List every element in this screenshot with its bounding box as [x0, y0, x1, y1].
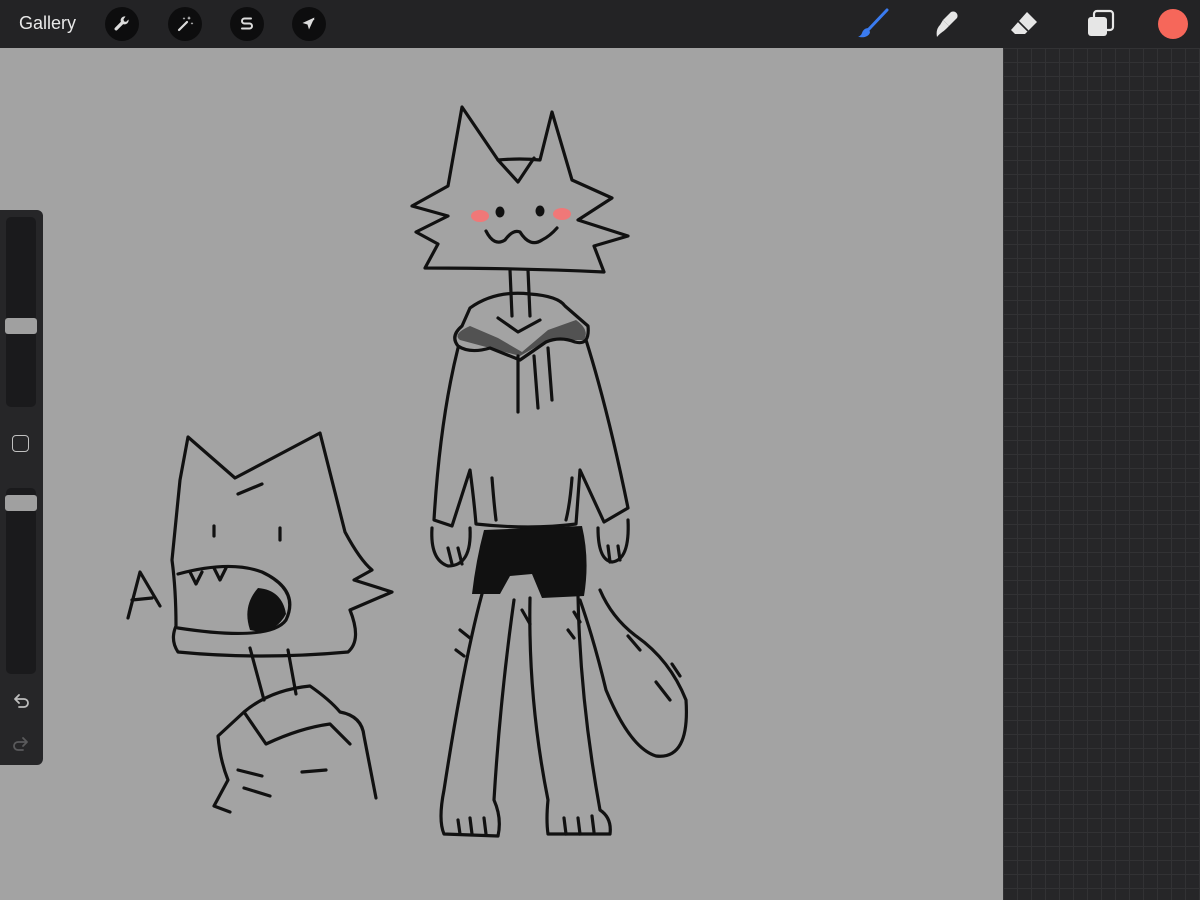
brush-size-slider-thumb[interactable] [5, 318, 37, 334]
hoodie-collar [496, 316, 542, 334]
adjustments-button[interactable] [168, 7, 202, 41]
left-foot-toes [456, 816, 488, 836]
smudge-tool-button[interactable] [929, 6, 965, 42]
tall-cat-left-eye [495, 206, 505, 218]
eraser-icon [1011, 12, 1037, 34]
tall-cat-eyes [495, 205, 545, 218]
layers-button[interactable] [1082, 6, 1118, 42]
brush-size-slider[interactable] [5, 217, 37, 407]
brush-icon [858, 8, 889, 38]
tail-stripes [626, 634, 682, 702]
sketch-letter-a [126, 570, 162, 620]
background-grid-area [1003, 48, 1200, 900]
hoodie-pocket [490, 476, 574, 522]
selection-button[interactable] [230, 7, 264, 41]
drawing-canvas[interactable] [0, 48, 1003, 900]
small-cat-forehead-mark [236, 482, 264, 496]
undo-button[interactable] [10, 690, 32, 712]
eraser-tool-button[interactable] [1006, 6, 1042, 42]
left-sidebar [0, 210, 43, 765]
opacity-slider-thumb[interactable] [5, 495, 37, 511]
smudge-icon [936, 11, 958, 37]
tall-cat-forehead-mark [496, 156, 536, 184]
transform-button[interactable] [292, 7, 326, 41]
shorts [472, 526, 587, 598]
redo-button[interactable] [10, 733, 32, 755]
layers-icon [1088, 9, 1115, 36]
color-picker-button[interactable] [1158, 9, 1188, 39]
actions-button[interactable] [105, 7, 139, 41]
redo-icon [13, 737, 28, 751]
left-hand-fingers [446, 546, 464, 566]
top-toolbar: Gallery [0, 0, 1200, 48]
right-hand [596, 518, 630, 564]
left-leg [439, 592, 516, 838]
right-blush [553, 208, 571, 220]
brush-tool-button[interactable] [855, 6, 891, 42]
tall-cat-right-eye [535, 205, 545, 217]
magic-wand-icon [177, 16, 194, 32]
tall-cat-head-outline [410, 105, 630, 274]
tall-cat-mouth [484, 226, 559, 245]
opacity-slider[interactable] [5, 488, 37, 674]
small-cat-hood [212, 684, 378, 814]
canvas-artwork [126, 105, 689, 838]
modify-button[interactable] [12, 435, 29, 452]
wrench-icon [114, 16, 129, 31]
hoodie-body [432, 338, 630, 529]
arrow-cursor-icon [302, 17, 315, 30]
left-blush [471, 210, 489, 222]
undo-icon [14, 694, 29, 708]
gallery-button[interactable]: Gallery [19, 13, 76, 34]
right-foot-toes [562, 814, 596, 836]
ink-strokes [126, 105, 689, 838]
cheek-blush [471, 208, 571, 222]
small-cat-hood-shading [236, 768, 328, 798]
cat-tail [578, 588, 689, 758]
selection-s-icon [241, 17, 253, 30]
